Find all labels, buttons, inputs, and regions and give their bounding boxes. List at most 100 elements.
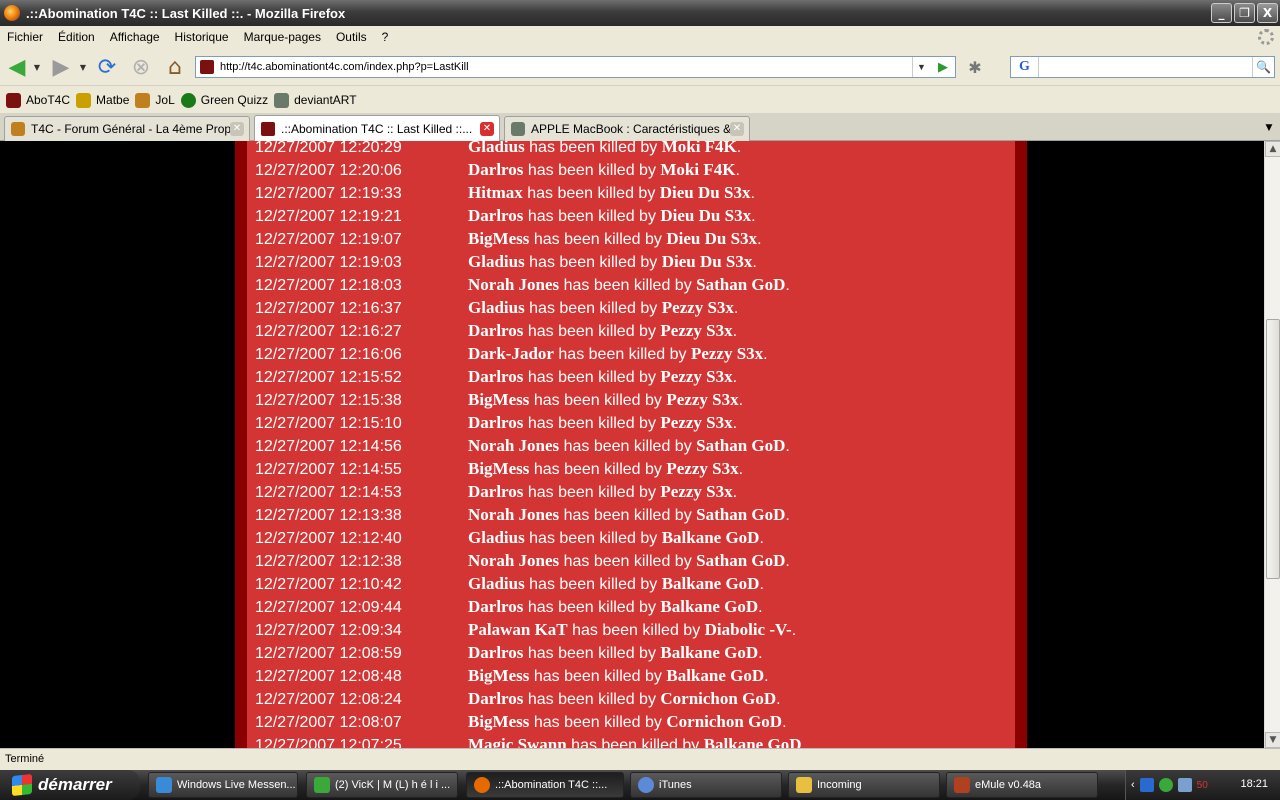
kill-phrase: has been killed by <box>566 737 704 748</box>
network-tray-icon[interactable] <box>1177 778 1192 792</box>
kill-phrase: has been killed by <box>522 185 660 202</box>
kill-timestamp: 12/27/2007 12:12:40 <box>255 530 402 547</box>
network-meter-icon[interactable] <box>1139 778 1154 792</box>
victim-name: Gladius <box>468 528 525 547</box>
victim-name: Gladius <box>468 252 525 271</box>
url-history-dropdown-icon[interactable]: ▼ <box>912 57 930 77</box>
window-titlebar[interactable]: .::Abomination T4C :: Last Killed ::. - … <box>0 0 1280 26</box>
task-incoming-folder[interactable]: Incoming <box>788 772 940 798</box>
window-title: .::Abomination T4C :: Last Killed ::. - … <box>26 5 346 21</box>
victim-name: BigMess <box>468 712 530 731</box>
back-dropdown-icon[interactable]: ▼ <box>30 54 44 80</box>
kill-phrase: has been killed by <box>523 369 661 386</box>
victim-name: Darlros <box>468 689 524 708</box>
tray-expand-icon[interactable]: ‹ <box>1131 779 1135 791</box>
home-icon[interactable]: ⌂ <box>162 54 188 80</box>
kill-phrase: has been killed by <box>524 576 662 593</box>
tab-forum[interactable]: T4C - Forum Général - La 4ème Proph... ✕ <box>4 116 250 141</box>
kill-row: 12/27/2007 12:15:10 Darlros has been kill… <box>255 411 737 434</box>
bookmark-matbe[interactable]: Matbe <box>76 92 129 108</box>
menu-fichier[interactable]: Fichier <box>0 30 51 44</box>
kill-timestamp: 12/27/2007 12:14:55 <box>255 461 402 478</box>
task-emule[interactable]: eMule v0.48a <box>946 772 1098 798</box>
kill-row: 12/27/2007 12:19:33 Hitmax has been kille… <box>255 181 755 204</box>
killer-name: Pezzy S3x <box>660 321 733 340</box>
killer-name: Pezzy S3x <box>661 298 734 317</box>
windows-taskbar: démarrer Windows Live Messen... (2) VicK… <box>0 770 1280 800</box>
killer-name: Balkane GoD <box>660 643 759 662</box>
throbber-icon <box>1258 29 1274 45</box>
kill-timestamp: 12/27/2007 12:16:27 <box>255 323 402 340</box>
kill-row: 12/27/2007 12:19:03 Gladius has been kill… <box>255 250 757 273</box>
forward-dropdown-icon[interactable]: ▼ <box>76 54 90 80</box>
search-engine-google-icon[interactable]: G <box>1011 57 1039 77</box>
toolbar-extension-icon[interactable]: ✱ <box>962 54 988 80</box>
bookmark-deviantart[interactable]: deviantART <box>274 92 357 108</box>
kill-phrase: has been killed by <box>529 461 667 478</box>
scroll-up-arrow-icon[interactable]: ▲ <box>1265 141 1280 157</box>
go-button-icon[interactable]: ▶ <box>933 58 953 76</box>
kill-phrase: has been killed by <box>523 162 661 179</box>
stop-icon[interactable]: ⊗ <box>128 54 154 80</box>
tab-close-icon[interactable]: ✕ <box>480 122 494 136</box>
menu-affichage[interactable]: Affichage <box>103 30 168 44</box>
tab-close-icon[interactable]: ✕ <box>230 122 244 136</box>
minimize-button[interactable]: _ <box>1211 3 1232 23</box>
kill-phrase: has been killed by <box>523 208 661 225</box>
task-messenger-conversation[interactable]: (2) VicK | M (L) h é l i ... <box>306 772 458 798</box>
kill-phrase: has been killed by <box>524 141 662 156</box>
menu-outils[interactable]: Outils <box>329 30 375 44</box>
start-button[interactable]: démarrer <box>0 770 140 800</box>
bookmark-abot4c[interactable]: AboT4C <box>6 92 70 108</box>
firefox-task-icon <box>474 777 490 793</box>
vertical-scrollbar[interactable]: ▲ ▼ <box>1264 141 1280 748</box>
task-firefox[interactable]: .::Abomination T4C ::... <box>466 772 624 798</box>
task-windows-live-messenger[interactable]: Windows Live Messen... <box>148 772 298 798</box>
victim-name: Darlros <box>468 643 524 662</box>
url-text[interactable]: http://t4c.abominationt4c.com/index.php?… <box>220 61 469 73</box>
bookmark-jol[interactable]: JoL <box>135 92 175 108</box>
kill-phrase: has been killed by <box>529 392 667 409</box>
menu-edition[interactable]: Édition <box>51 30 103 44</box>
kill-row: 12/27/2007 12:14:55 BigMess has been kill… <box>255 457 743 480</box>
close-button[interactable]: X <box>1257 3 1278 23</box>
kill-row: 12/27/2007 12:16:27 Darlros has been kill… <box>255 319 737 342</box>
kill-timestamp: 12/27/2007 12:19:07 <box>255 231 402 248</box>
killer-name: Cornichon GoD <box>660 689 777 708</box>
kill-timestamp: 12/27/2007 12:15:52 <box>255 369 402 386</box>
task-itunes[interactable]: iTunes <box>630 772 782 798</box>
tray-value[interactable]: 50 <box>1197 780 1208 791</box>
windows-flag-icon <box>12 773 32 797</box>
killer-name: Moki F4K <box>661 141 737 156</box>
victim-name: Darlros <box>468 413 524 432</box>
tab-apple-macbook[interactable]: APPLE MacBook : Caractéristiques & é... … <box>504 116 750 141</box>
forward-arrow-icon[interactable]: ▶ <box>48 54 74 80</box>
kill-phrase: has been killed by <box>529 231 667 248</box>
scrollbar-thumb[interactable] <box>1266 319 1280 579</box>
kill-row: 12/27/2007 12:12:38 Norah Jones has been … <box>255 549 790 572</box>
search-bar[interactable]: G 🔍 <box>1010 56 1275 78</box>
kill-row: 12/27/2007 12:12:40 Gladius has been kill… <box>255 526 764 549</box>
url-bar[interactable]: http://t4c.abominationt4c.com/index.php?… <box>195 56 956 78</box>
firefox-icon <box>4 5 20 21</box>
messenger-tray-icon[interactable] <box>1158 778 1173 792</box>
menu-help[interactable]: ? <box>375 30 397 44</box>
restore-button[interactable]: ❐ <box>1234 3 1255 23</box>
tab-close-icon[interactable]: ✕ <box>730 122 744 136</box>
search-magnifier-icon[interactable]: 🔍 <box>1252 57 1274 77</box>
tab-list-dropdown-icon[interactable]: ▼ <box>1258 116 1280 140</box>
page-content: 12/27/2007 12:20:29 Gladius has been kill… <box>0 141 1264 748</box>
tab-last-killed[interactable]: .::Abomination T4C :: Last Killed ::... … <box>254 115 500 142</box>
scroll-down-arrow-icon[interactable]: ▼ <box>1265 732 1280 748</box>
killer-name: Pezzy S3x <box>660 413 733 432</box>
tab-bar: T4C - Forum Général - La 4ème Proph... ✕… <box>0 113 1280 142</box>
menu-historique[interactable]: Historique <box>168 30 237 44</box>
menu-marque-pages[interactable]: Marque-pages <box>237 30 329 44</box>
kill-row: 12/27/2007 12:14:53 Darlros has been kill… <box>255 480 737 503</box>
back-arrow-icon[interactable]: ◀ <box>4 54 30 80</box>
kill-phrase: has been killed by <box>523 645 661 662</box>
kill-row: 12/27/2007 12:20:06 Darlros has been kill… <box>255 158 740 181</box>
bookmark-green-quizz[interactable]: Green Quizz <box>180 92 268 108</box>
reload-icon[interactable]: ⟳ <box>94 54 120 80</box>
kill-timestamp: 12/27/2007 12:15:38 <box>255 392 402 409</box>
